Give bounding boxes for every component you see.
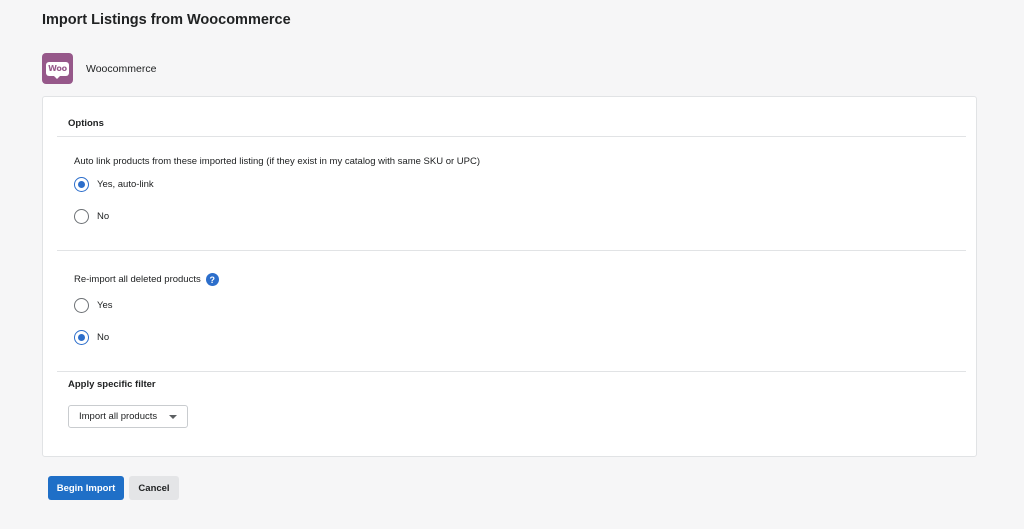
caret-down-icon bbox=[169, 415, 177, 419]
radio-reimport-yes[interactable]: Yes bbox=[74, 298, 113, 313]
reimport-question-text: Re-import all deleted products bbox=[74, 274, 201, 285]
page-title: Import Listings from Woocommerce bbox=[42, 12, 291, 28]
channel-name: Woocommerce bbox=[86, 62, 157, 75]
channel-header: Woo Woocommerce bbox=[42, 53, 156, 84]
radio-reimport-no[interactable]: No bbox=[74, 330, 109, 345]
filter-select-value: Import all products bbox=[79, 411, 158, 422]
filter-heading: Apply specific filter bbox=[68, 379, 156, 390]
divider bbox=[57, 136, 966, 137]
auto-link-question: Auto link products from these imported l… bbox=[74, 156, 481, 167]
options-card: Options Auto link products from these im… bbox=[42, 96, 977, 457]
cancel-button[interactable]: Cancel bbox=[129, 476, 179, 500]
divider bbox=[57, 371, 966, 372]
reimport-question: Re-import all deleted products ? bbox=[74, 273, 219, 286]
radio-label: Yes, auto-link bbox=[97, 179, 154, 190]
divider bbox=[57, 250, 966, 251]
options-heading: Options bbox=[68, 118, 104, 129]
woocommerce-logo-icon: Woo bbox=[42, 53, 73, 84]
radio-label: Yes bbox=[97, 300, 113, 311]
radio-label: No bbox=[97, 211, 110, 222]
radio-unchecked-icon[interactable] bbox=[74, 209, 89, 224]
question-circle-icon[interactable]: ? bbox=[205, 273, 219, 286]
radio-unchecked-icon[interactable] bbox=[74, 298, 89, 313]
radio-auto-link-yes[interactable]: Yes, auto-link bbox=[74, 177, 154, 192]
radio-auto-link-no[interactable]: No bbox=[74, 209, 109, 224]
import-listings-page: Import Listings from Woocommerce Woo Woo… bbox=[0, 0, 1024, 529]
radio-checked-icon[interactable] bbox=[74, 330, 89, 345]
filter-select[interactable]: Import all products bbox=[68, 405, 188, 428]
radio-checked-icon[interactable] bbox=[74, 177, 89, 192]
radio-label: No bbox=[97, 332, 110, 343]
begin-import-button[interactable]: Begin Import bbox=[48, 476, 124, 500]
